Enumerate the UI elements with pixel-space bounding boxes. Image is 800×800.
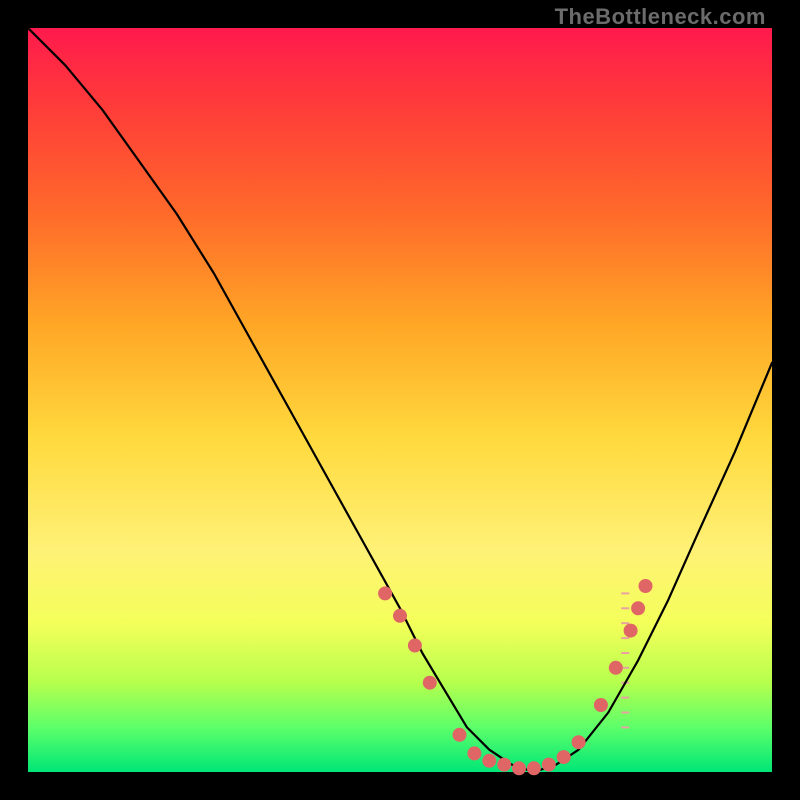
data-marker bbox=[557, 750, 571, 764]
data-marker bbox=[467, 746, 481, 760]
data-marker bbox=[378, 586, 392, 600]
attribution-text: TheBottleneck.com bbox=[555, 4, 766, 30]
data-marker bbox=[512, 761, 526, 775]
data-marker bbox=[639, 579, 653, 593]
data-marker bbox=[497, 758, 511, 772]
data-marker bbox=[527, 761, 541, 775]
data-marker bbox=[624, 624, 638, 638]
chart-frame: TheBottleneck.com bbox=[0, 0, 800, 800]
data-marker bbox=[482, 754, 496, 768]
chart-svg bbox=[28, 28, 772, 772]
bottleneck-curve bbox=[28, 28, 772, 772]
right-ticks-group bbox=[621, 593, 629, 727]
markers-group bbox=[378, 579, 652, 775]
data-marker bbox=[594, 698, 608, 712]
data-marker bbox=[393, 609, 407, 623]
data-marker bbox=[408, 639, 422, 653]
data-marker bbox=[542, 758, 556, 772]
data-marker bbox=[631, 601, 645, 615]
data-marker bbox=[453, 728, 467, 742]
data-marker bbox=[572, 735, 586, 749]
data-marker bbox=[423, 676, 437, 690]
data-marker bbox=[609, 661, 623, 675]
